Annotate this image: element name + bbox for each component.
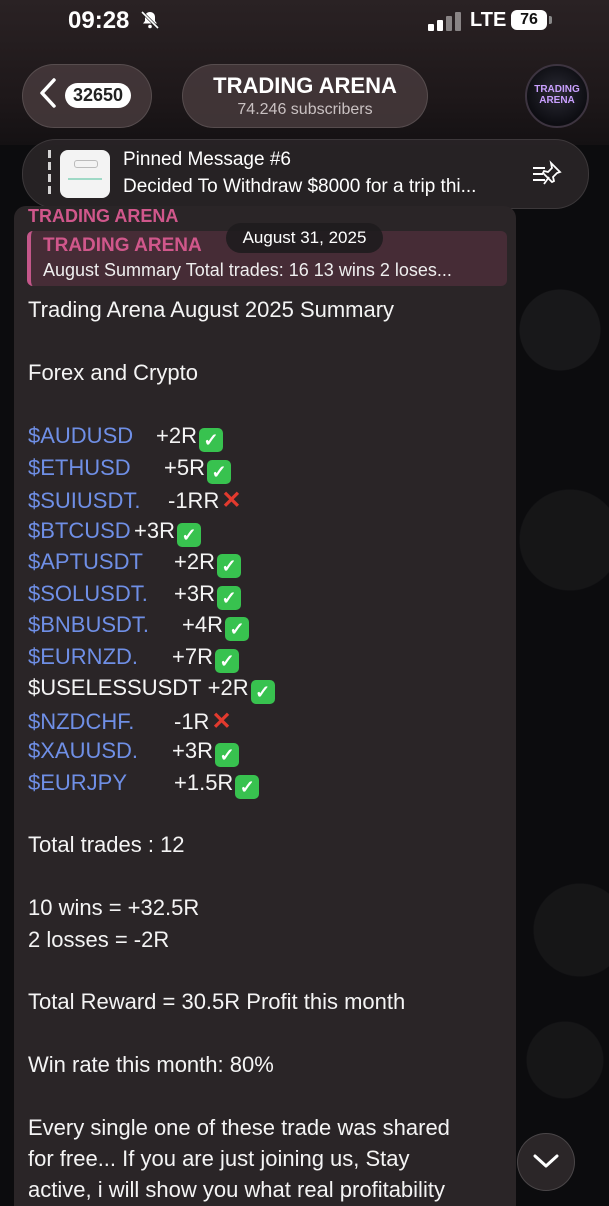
date-chip: August 31, 2025 [226,223,383,253]
trade-row: $BNBUSDT. +4R ✓ [28,612,249,641]
trade-symbol[interactable]: $NZDCHF. [28,709,174,735]
check-mark-icon: ✓ [250,680,275,704]
message-text-line: for free... If you are just joining us, … [28,1146,410,1171]
chevron-down-icon [533,1154,559,1168]
trade-result: +1.5R [174,769,234,795]
trade-row: $NZDCHF. -1R✕ [28,707,232,736]
reply-text: August Summary Total trades: 16 13 wins … [43,260,452,280]
trade-symbol[interactable]: $SUIUSDT. [28,488,168,514]
cross-mark-icon: ✕ [211,707,232,735]
pin-list-icon[interactable] [531,160,565,188]
trade-result: +2R [207,675,249,700]
trade-symbol[interactable]: $ETHUSD [28,455,164,481]
check-mark-icon: ✓ [235,774,260,799]
trade-symbol: $USELESSUSDT [28,675,202,700]
trade-symbol[interactable]: $EURJPY [28,770,174,796]
trade-symbol[interactable]: $EURNZD. [28,644,172,670]
channel-avatar[interactable]: TRADING ARENA [525,64,589,128]
pinned-text: Decided To Withdraw $8000 for a trip thi… [123,176,477,197]
trade-row: $ETHUSD +5R ✓ [28,455,231,484]
trade-result: +3R [134,517,175,543]
trade-result: +2R [156,423,197,448]
trade-result: +5R [164,454,205,480]
losses-line: 2 losses = -2R [28,927,170,952]
trade-symbol[interactable]: $APTUSDT [28,549,174,575]
pinned-title: Pinned Message #6 [123,149,291,170]
trade-symbol[interactable]: $BNBUSDT. [28,612,182,638]
message-text-line: active, i will show you what real profit… [28,1177,445,1202]
summary-subtitle: Forex and Crypto [28,360,198,385]
reply-title: TRADING ARENA [43,235,202,256]
wins-line: 10 wins = +32.5R [28,895,200,920]
check-mark-icon: ✓ [176,522,201,547]
cross-mark-icon: ✕ [221,487,242,514]
trade-row: $EURJPY +1.5R ✓ [28,769,260,799]
network-type: LTE [470,9,507,31]
message-sender[interactable]: TRADING ARENA [28,206,178,227]
pinned-indicator [48,150,51,198]
total-trades: Total trades : 12 [28,832,185,857]
trade-result: -1RR [168,488,220,513]
trade-row: $AUDUSD +2R ✓ [28,423,223,452]
message-text-line: Every single one of these trade was shar… [28,1115,450,1140]
trade-result: +2R [174,549,215,574]
battery-indicator: 76 [511,10,547,30]
battery-tip [549,16,552,24]
check-mark-icon: ✓ [216,554,241,578]
trade-row: $USELESSUSDT +2R ✓ [28,675,275,704]
trade-row: $SUIUSDT. -1RR✕ [28,486,241,515]
trade-result: +3R [174,580,215,606]
trade-result: +4R [182,612,223,637]
unread-count-badge: 32650 [65,83,132,108]
pinned-thumbnail [60,150,110,198]
trade-result: +7R [172,643,213,669]
check-mark-icon: ✓ [198,428,223,452]
pinned-message-bar[interactable]: Pinned Message #6 Decided To Withdraw $8… [22,139,589,209]
subscriber-count: 74.246 subscribers [237,101,373,118]
trade-row: $EURNZD. +7R ✓ [28,644,239,673]
trade-row: $BTCUSD +3R ✓ [28,518,201,547]
trade-row: $XAUUSD. +3R ✓ [28,738,239,767]
trade-row: $APTUSDT +2R ✓ [28,549,241,578]
status-bar: 09:28 LTE 76 [0,0,609,44]
mute-bell-icon [140,10,160,35]
summary-title: Trading Arena August 2025 Summary [28,297,395,322]
trade-symbol[interactable]: $XAUUSD. [28,738,172,764]
trade-row: $SOLUSDT. +3R ✓ [28,581,241,610]
trade-symbol[interactable]: $BTCUSD [28,518,134,544]
scroll-to-bottom-button[interactable] [517,1133,575,1191]
win-rate: Win rate this month: 80% [28,1052,274,1077]
channel-title: TRADING ARENA [213,73,397,98]
avatar-logo-text: TRADING ARENA [534,84,580,106]
total-reward: Total Reward = 30.5R Profit this month [28,989,406,1014]
status-time: 09:28 [68,7,130,34]
cellular-signal-icon [428,11,462,31]
trade-symbol[interactable]: $AUDUSD [28,423,156,449]
chevron-left-icon [39,77,57,117]
trade-symbol[interactable]: $SOLUSDT. [28,581,174,607]
trade-result: +3R [172,738,213,763]
channel-title-button[interactable]: TRADING ARENA 74.246 subscribers [182,64,428,128]
check-mark-icon: ✓ [206,459,231,484]
check-mark-icon: ✓ [214,648,239,673]
check-mark-icon: ✓ [216,585,241,610]
back-button[interactable]: 32650 [22,64,152,128]
check-mark-icon: ✓ [214,743,239,767]
trade-result: -1R [174,708,210,734]
check-mark-icon: ✓ [224,617,249,641]
